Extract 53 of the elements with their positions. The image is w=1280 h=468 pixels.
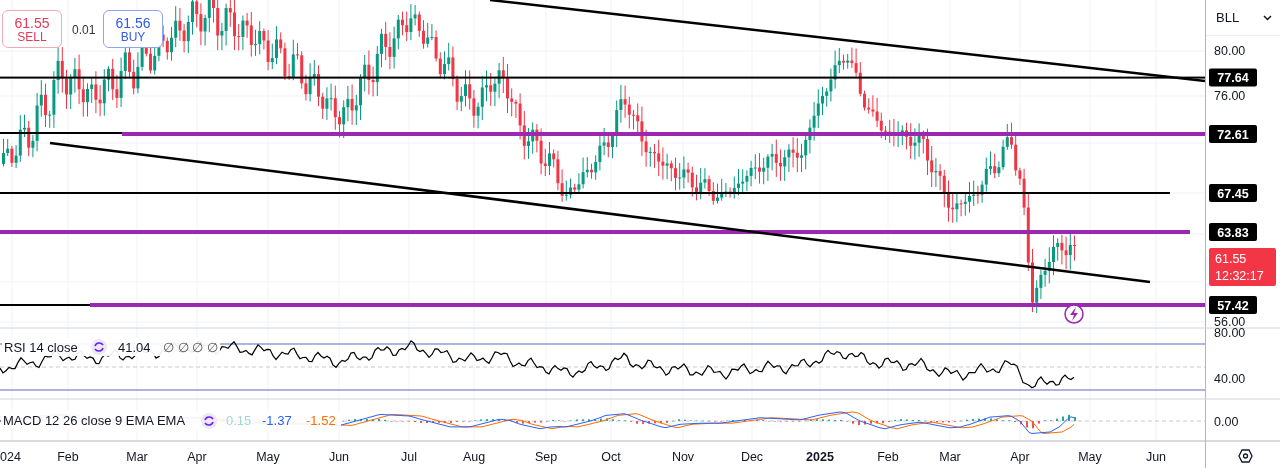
axis-label: 40.00 [1214, 372, 1246, 386]
indicator-label: RSI 14 close [4, 340, 78, 355]
last-price-label [1209, 248, 1276, 286]
indicator-value: ∅ [206, 340, 218, 355]
axis-label: 76.00 [1214, 89, 1246, 103]
axis-label: 80.00 [1214, 44, 1246, 58]
trend-line[interactable] [489, 0, 1206, 83]
trend-line[interactable] [49, 141, 1151, 284]
time-label: Mar [939, 450, 961, 464]
time-label: May [256, 450, 280, 464]
price-label: 63.83 [1209, 223, 1257, 241]
countdown-timer: 12:32:17 [1215, 269, 1264, 283]
chevron-icon [1263, 14, 1273, 21]
time-label: Dec [740, 450, 764, 464]
time-label: Jun [1145, 450, 1167, 464]
price-label: 57.42 [1209, 296, 1257, 314]
axis-label: 0.00 [1214, 415, 1239, 429]
time-label: Jul [401, 450, 417, 464]
spread-text: 0.01 [72, 22, 96, 39]
price-label: 72.61 [1209, 125, 1257, 143]
time-label: Aug [462, 450, 486, 464]
time-label: May [1078, 450, 1102, 464]
indicator-value: ∅ [192, 340, 203, 355]
indicator-value: -1.52 [306, 413, 336, 428]
sell-button[interactable]: 61.55 SELL [2, 10, 62, 48]
horizontal-line[interactable] [0, 76, 1205, 79]
indicator-value: -1.37 [262, 413, 292, 428]
time-label: Apr [1010, 450, 1030, 464]
time-label: Oct [601, 450, 621, 464]
settings-icon[interactable] [1238, 449, 1253, 463]
time-label: Mar [126, 450, 148, 464]
price-label: 77.64 [1209, 68, 1257, 87]
time-label: Nov [671, 450, 695, 464]
time-label: Jun [328, 450, 350, 464]
time-label: Sep [534, 450, 558, 464]
time-label: 024 [0, 450, 21, 464]
price-label: 67.45 [1209, 184, 1257, 202]
time-label: 2025 [806, 450, 834, 464]
axis-label: 80.00 [1214, 326, 1246, 340]
axis-label: 56.00 [1214, 315, 1246, 329]
indicator-label: MACD 12 26 close 9 EMA EMA [3, 413, 186, 428]
time-label: Feb [877, 450, 899, 464]
indicator-value: ∅ [177, 340, 189, 355]
time-label: Apr [187, 450, 207, 464]
refresh-icon[interactable] [91, 339, 107, 355]
lightning-icon[interactable] [1064, 304, 1084, 324]
indicator-value: 41.04 [118, 340, 151, 355]
refresh-icon[interactable] [201, 413, 217, 429]
time-label: Feb [57, 450, 79, 464]
buy-button[interactable]: 61.56 BUY [103, 10, 163, 48]
indicator-value: ∅ [163, 340, 174, 355]
indicator-value: 0.15 [226, 413, 252, 428]
last-price: 61.55 [1215, 252, 1247, 266]
